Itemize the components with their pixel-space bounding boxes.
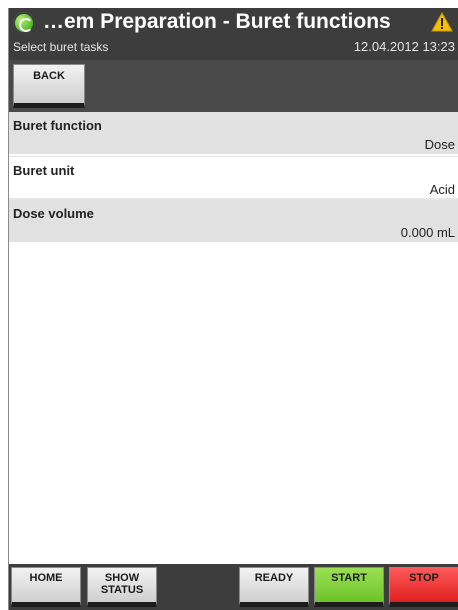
back-button[interactable]: BACK [13, 64, 85, 108]
toolbar: BACK [9, 60, 458, 112]
home-button[interactable]: HOME [11, 567, 81, 607]
settings-list: Buret function Dose Buret unit Acid Dose… [9, 112, 458, 244]
row-label: Dose volume [13, 206, 94, 221]
page-title: …em Preparation - Buret functions [43, 10, 391, 33]
datetime-display: 12.04.2012 13:23 [353, 39, 455, 54]
start-button[interactable]: START [314, 567, 384, 607]
stop-button[interactable]: STOP [389, 567, 458, 607]
dose-volume-row[interactable]: Dose volume 0.000 mL [9, 200, 458, 244]
warning-triangle-icon[interactable] [431, 12, 453, 32]
app-window: …em Preparation - Buret functions Select… [8, 8, 458, 610]
bottom-bar: HOME SHOW STATUS READY START STOP [9, 564, 458, 610]
row-value: Dose [424, 137, 455, 152]
row-label: Buret unit [13, 163, 75, 178]
buret-function-row[interactable]: Buret function Dose [9, 112, 458, 156]
row-value: Acid [429, 182, 455, 197]
row-value: 0.000 mL [400, 225, 455, 240]
show-status-button[interactable]: SHOW STATUS [87, 567, 157, 607]
header-bar: …em Preparation - Buret functions Select… [9, 8, 458, 60]
page-subtitle: Select buret tasks [13, 40, 109, 54]
buret-unit-row[interactable]: Buret unit Acid [9, 156, 458, 200]
row-label: Buret function [13, 118, 102, 133]
recycle-arrows-icon [13, 12, 35, 34]
ready-button[interactable]: READY [239, 567, 309, 607]
